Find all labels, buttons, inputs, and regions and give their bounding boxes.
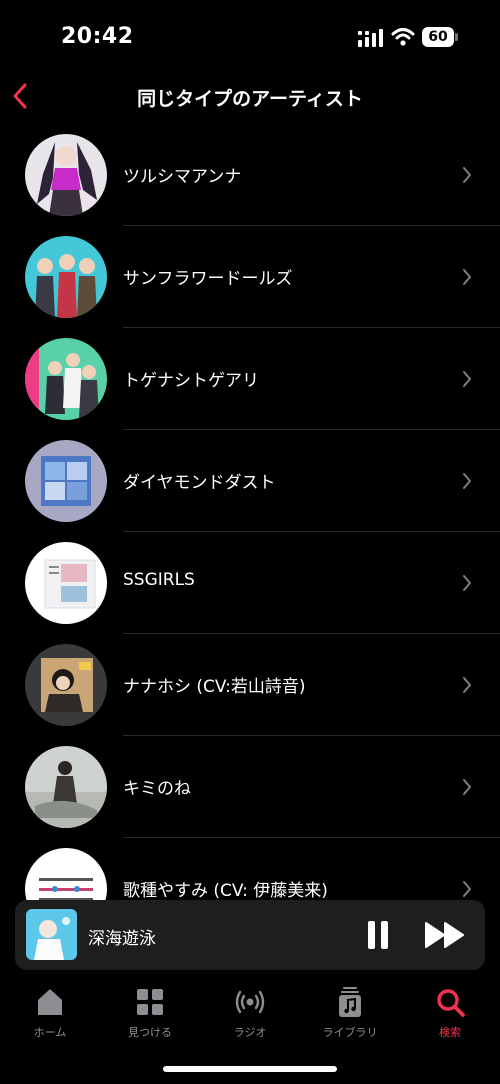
mini-player[interactable]: 深海遊泳 bbox=[15, 900, 485, 970]
chevron-right-icon bbox=[463, 473, 471, 489]
artist-row[interactable]: トゲナシトゲアリ bbox=[0, 328, 500, 430]
artist-row[interactable]: キミのね bbox=[0, 736, 500, 838]
artist-avatar bbox=[25, 134, 107, 216]
artist-row[interactable]: ツルシマアンナ bbox=[0, 124, 500, 226]
radio-icon bbox=[235, 990, 265, 1014]
wifi-icon bbox=[391, 28, 415, 46]
artist-avatar bbox=[25, 440, 107, 522]
artist-name: サンフラワードールズ bbox=[123, 269, 293, 289]
home-icon bbox=[38, 989, 62, 1015]
artist-name: SSGIRLS bbox=[123, 570, 195, 590]
artist-name: ツルシマアンナ bbox=[123, 167, 242, 187]
chevron-right-icon bbox=[463, 779, 471, 795]
tab-home[interactable]: ホーム bbox=[0, 980, 100, 1050]
fast-forward-icon[interactable] bbox=[425, 922, 465, 948]
tab-radio[interactable]: ラジオ bbox=[200, 980, 300, 1050]
artist-name: ダイヤモンドダスト bbox=[123, 473, 276, 493]
artist-avatar bbox=[25, 542, 107, 624]
battery-level: 60 bbox=[422, 27, 454, 47]
library-icon bbox=[339, 987, 361, 1017]
tab-label: 検索 bbox=[439, 1026, 461, 1039]
artist-name: キミのね bbox=[123, 779, 191, 799]
artist-row[interactable]: 歌種やすみ (CV: 伊藤美来) bbox=[0, 838, 500, 902]
nav-header: 同じタイプのアーティスト bbox=[0, 72, 500, 122]
page-title: 同じタイプのアーティスト bbox=[137, 88, 363, 110]
now-playing-title: 深海遊泳 bbox=[88, 929, 156, 949]
artist-row[interactable]: ナナホシ (CV:若山詩音) bbox=[0, 634, 500, 736]
chevron-right-icon bbox=[463, 677, 471, 693]
artist-avatar bbox=[25, 644, 107, 726]
tab-search[interactable]: 検索 bbox=[400, 980, 500, 1050]
pause-icon[interactable] bbox=[367, 920, 389, 950]
cellular-signal-icon bbox=[358, 29, 383, 47]
search-icon bbox=[437, 989, 465, 1017]
grid-icon bbox=[137, 989, 163, 1015]
tab-library[interactable]: ライブラリ bbox=[300, 980, 400, 1050]
battery-icon: 60 bbox=[422, 27, 458, 47]
artist-list: ツルシマアンナ サンフラワードールズ トゲナシトゲアリ ダイヤモンドダスト SS… bbox=[0, 124, 500, 902]
now-playing-artwork bbox=[26, 909, 77, 960]
artist-row[interactable]: SSGIRLS bbox=[0, 532, 500, 634]
artist-name: トゲナシトゲアリ bbox=[123, 371, 259, 391]
artist-avatar bbox=[25, 236, 107, 318]
chevron-right-icon bbox=[463, 575, 471, 591]
artist-name: 歌種やすみ (CV: 伊藤美来) bbox=[123, 881, 328, 901]
chevron-right-icon bbox=[463, 167, 471, 183]
artist-row[interactable]: サンフラワードールズ bbox=[0, 226, 500, 328]
artist-avatar bbox=[25, 338, 107, 420]
artist-row[interactable]: ダイヤモンドダスト bbox=[0, 430, 500, 532]
status-time: 20:42 bbox=[61, 24, 134, 49]
status-bar: 20:42 60 bbox=[0, 0, 500, 70]
home-indicator bbox=[163, 1066, 337, 1072]
tab-label: ラジオ bbox=[233, 1026, 267, 1039]
tab-browse[interactable]: 見つける bbox=[100, 980, 200, 1050]
tab-label: 見つける bbox=[128, 1026, 172, 1039]
tab-label: ホーム bbox=[33, 1026, 67, 1039]
chevron-right-icon bbox=[463, 881, 471, 897]
artist-avatar bbox=[25, 848, 107, 902]
tab-label: ライブラリ bbox=[322, 1026, 378, 1039]
chevron-right-icon bbox=[463, 269, 471, 285]
artist-avatar bbox=[25, 746, 107, 828]
artist-name: ナナホシ (CV:若山詩音) bbox=[123, 677, 306, 697]
chevron-right-icon bbox=[463, 371, 471, 387]
